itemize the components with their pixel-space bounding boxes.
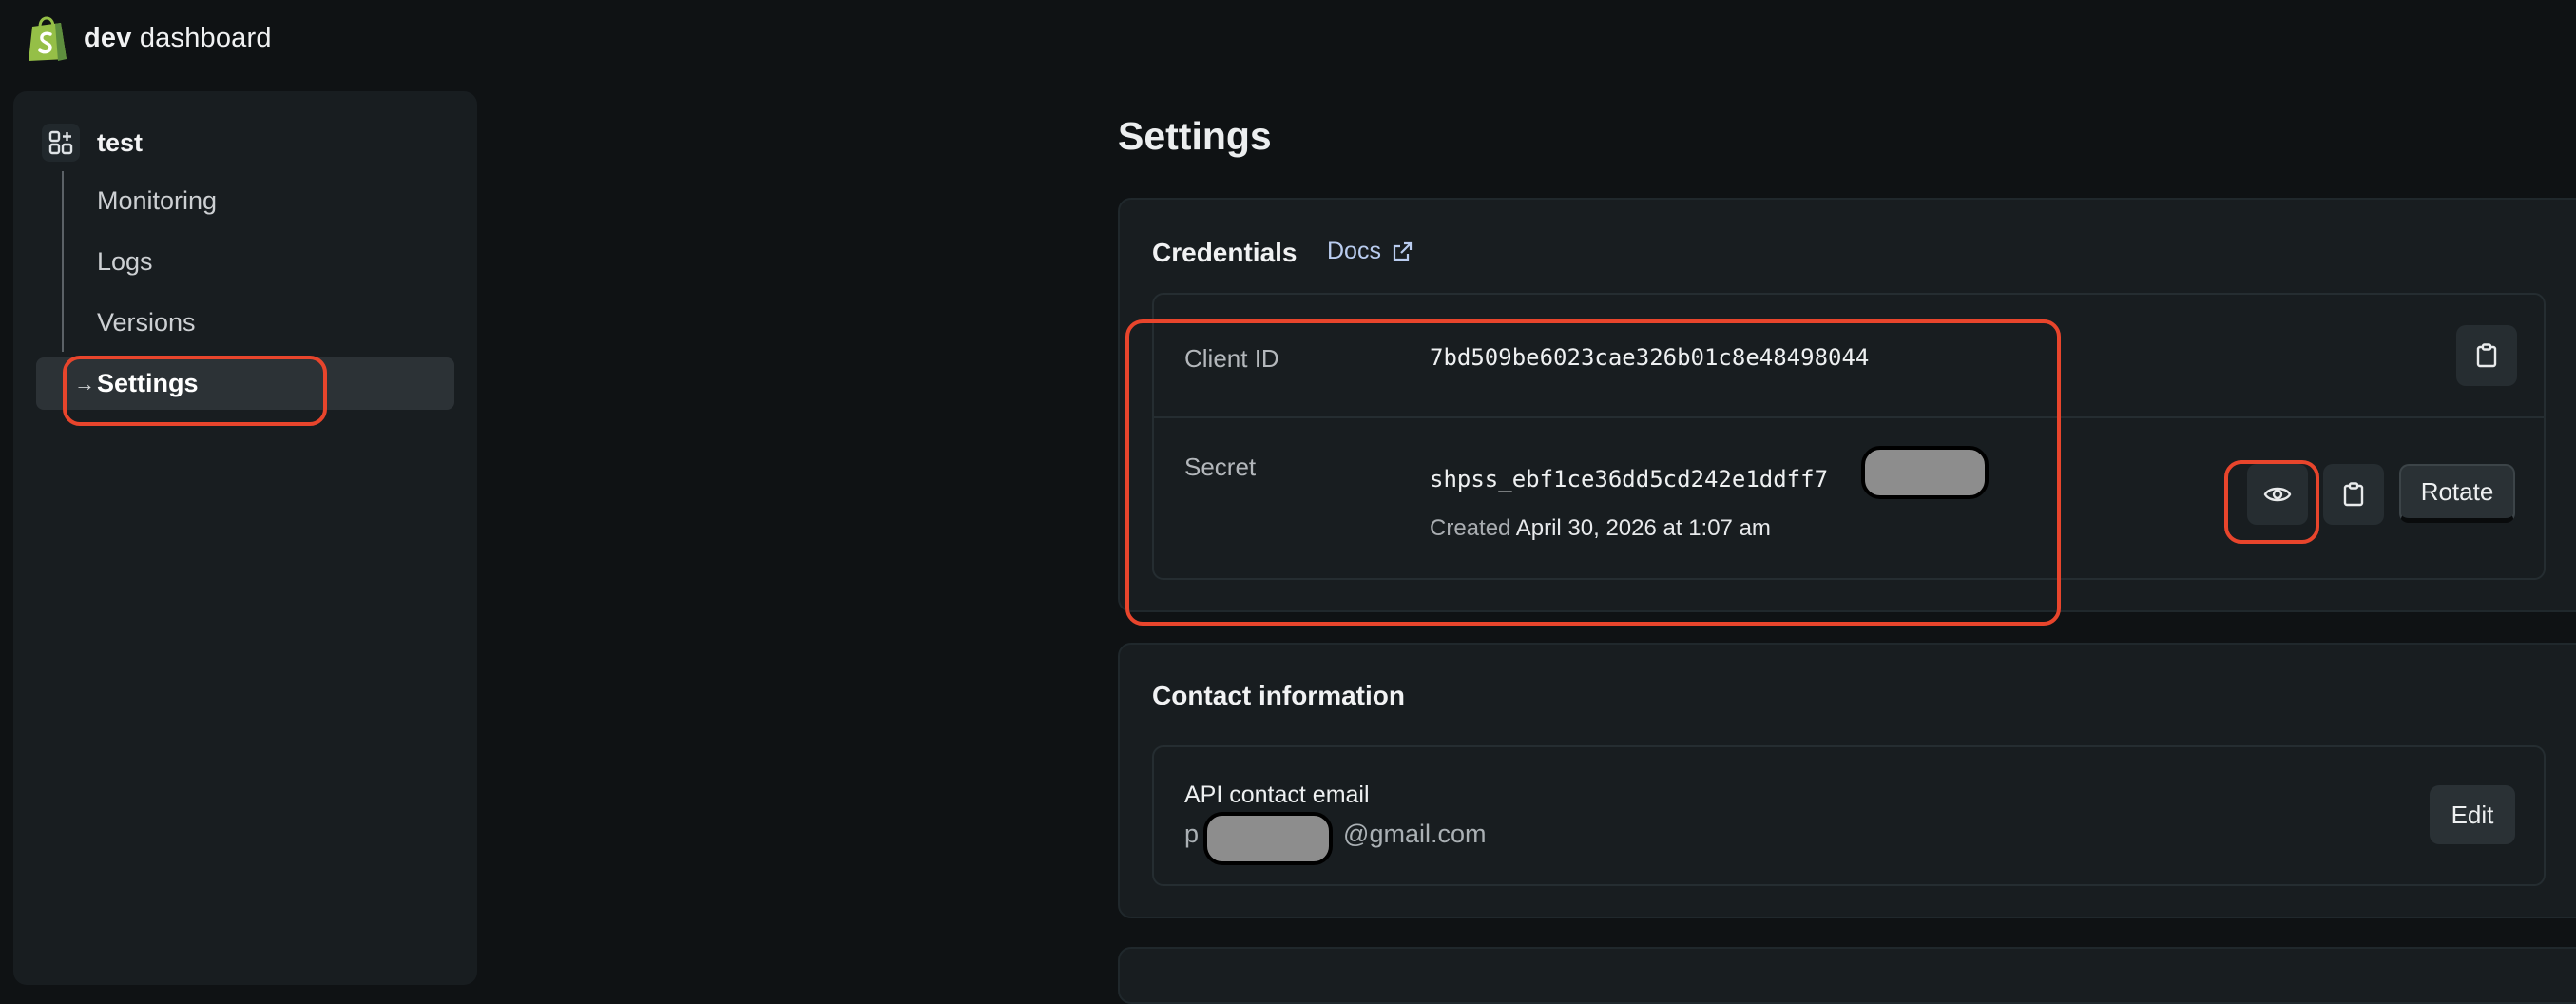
sidebar: test Monitoring Logs Versions → Settings xyxy=(13,91,477,985)
email-prefix: p xyxy=(1184,820,1200,848)
redaction-mask xyxy=(1203,812,1333,865)
brand-rest: dashboard xyxy=(139,22,272,53)
sidebar-item-versions[interactable]: Versions xyxy=(97,308,196,338)
sidebar-item-monitoring[interactable]: Monitoring xyxy=(97,186,217,216)
edit-contact-button[interactable]: Edit xyxy=(2430,785,2515,844)
clipboard-icon xyxy=(2343,482,2364,507)
copy-client-id-button[interactable] xyxy=(2456,325,2517,386)
docs-label: Docs xyxy=(1327,238,1381,264)
credentials-title: Credentials xyxy=(1152,238,1298,267)
nav-tree-line xyxy=(62,171,64,352)
contact-card: Contact information API contact email p @… xyxy=(1118,643,2576,918)
api-contact-email-label: API contact email xyxy=(1184,782,1370,808)
external-link-icon xyxy=(1393,241,1413,261)
brand-bold: dev xyxy=(84,22,132,53)
clipboard-icon xyxy=(2476,343,2497,368)
page-title: Settings xyxy=(1118,114,1272,158)
annotation-eye-highlight xyxy=(2224,460,2319,544)
sidebar-app-name: test xyxy=(97,127,144,157)
rotate-secret-button[interactable]: Rotate xyxy=(2399,464,2515,523)
annotation-settings-highlight xyxy=(63,356,327,426)
annotation-credentials-highlight xyxy=(1125,319,2061,626)
email-suffix: @gmail.com xyxy=(1343,820,1487,848)
app-grid-icon xyxy=(42,124,80,162)
shopify-bag-icon xyxy=(29,16,67,61)
sidebar-item-logs[interactable]: Logs xyxy=(97,247,153,277)
top-bar: dev dashboard xyxy=(0,0,2576,76)
contact-list: API contact email p @gmail.com Edit xyxy=(1152,745,2546,886)
sidebar-app-header[interactable]: test xyxy=(42,124,143,162)
contact-title: Contact information xyxy=(1152,681,1405,710)
copy-secret-button[interactable] xyxy=(2323,464,2384,525)
docs-link[interactable]: Docs xyxy=(1327,238,1413,265)
app-brand[interactable]: dev dashboard xyxy=(84,23,272,54)
next-card xyxy=(1118,947,2576,1004)
